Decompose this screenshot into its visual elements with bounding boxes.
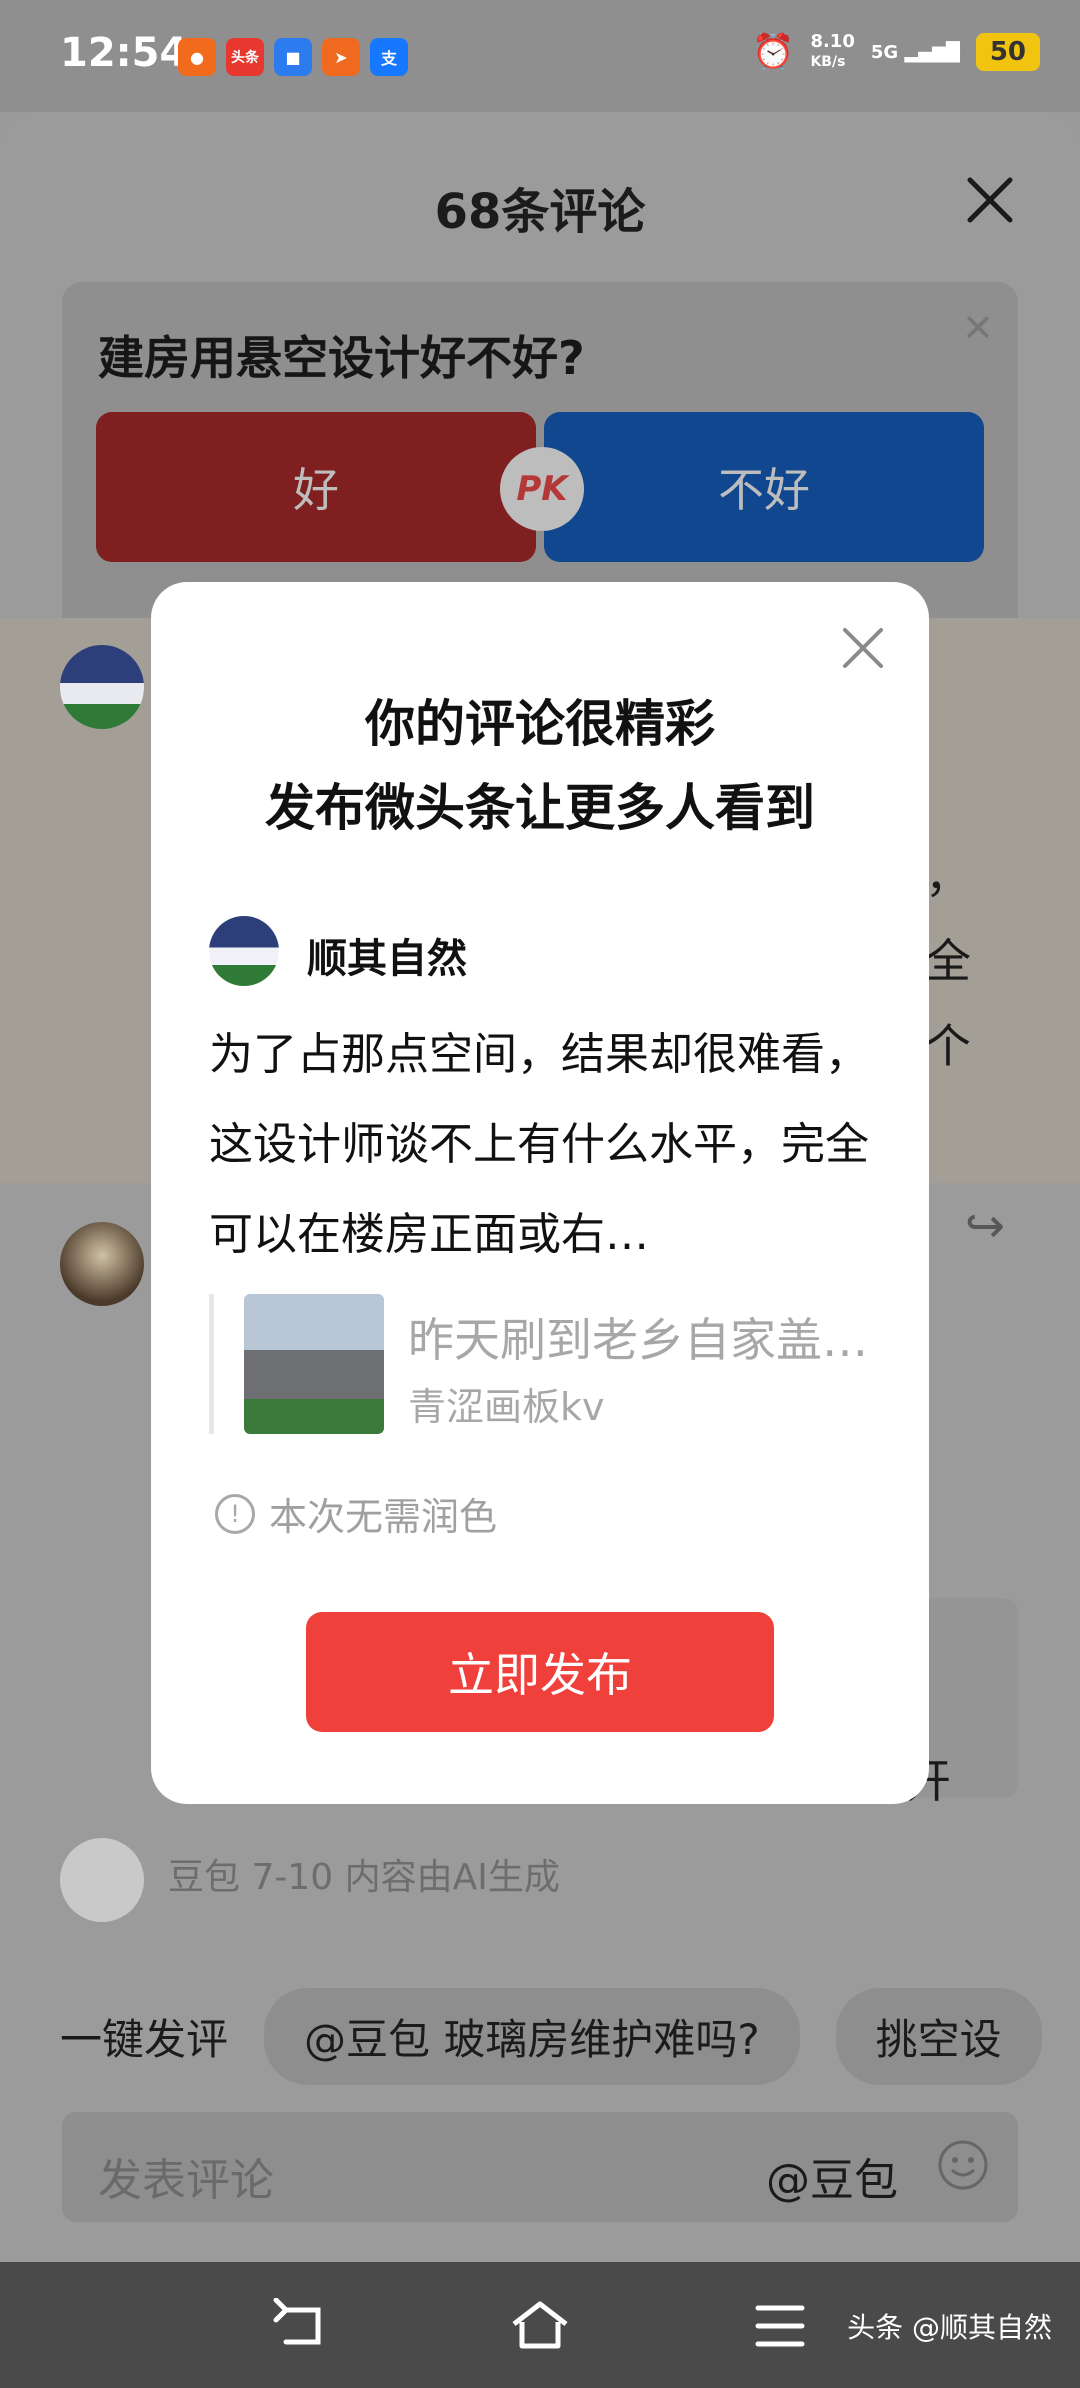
comment-preview: 为了占那点空间，结果却很难看，这设计师谈不上有什么水平，完全可以在楼房正面或右… bbox=[209, 1029, 869, 1260]
article-source: 青涩画板kv bbox=[408, 1385, 605, 1429]
dialog-title-line-1: 你的评论很精彩 bbox=[365, 695, 715, 753]
emoji-icon[interactable] bbox=[936, 2138, 990, 2192]
polish-note-text: 本次无需润色 bbox=[269, 1495, 498, 1539]
status-time: 12:54 bbox=[60, 30, 188, 76]
info-icon: ! bbox=[215, 1493, 255, 1534]
quoted-article[interactable]: 昨天刷到老乡自家盖… 青涩画板kv bbox=[209, 1294, 871, 1434]
menu-icon[interactable] bbox=[750, 2298, 810, 2354]
notification-icons: ● 头条 ■ ➤ 支 bbox=[178, 38, 408, 76]
status-indicators: ⏰ 8.10 KB/s 5G ▂▄▆█ 50 bbox=[752, 32, 1040, 72]
home-icon[interactable] bbox=[510, 2298, 570, 2354]
poll-option-bad[interactable]: 不好 bbox=[544, 412, 984, 562]
quick-comment-label: 一键发评 bbox=[60, 2014, 229, 2064]
poll-close-icon[interactable]: ✕ bbox=[962, 306, 994, 350]
mention-button[interactable]: @豆包 bbox=[766, 2144, 898, 2208]
app-icon: ■ bbox=[274, 38, 312, 76]
toutiao-icon: 头条 bbox=[226, 38, 264, 76]
avatar[interactable] bbox=[60, 1838, 144, 1922]
close-icon[interactable] bbox=[960, 170, 1020, 230]
ai-author-line: 豆包 7-10 内容由AI生成 bbox=[168, 1857, 560, 1898]
avatar[interactable] bbox=[60, 1222, 144, 1306]
publish-dialog: 你的评论很精彩 发布微头条让更多人看到 顺其自然 为了占那点空间，结果却很难看，… bbox=[151, 582, 929, 1804]
alipay-icon: 支 bbox=[370, 38, 408, 76]
close-icon[interactable] bbox=[841, 626, 885, 670]
article-thumbnail bbox=[244, 1294, 384, 1434]
back-icon[interactable] bbox=[272, 2298, 332, 2354]
comment-text-partial: ， bbox=[925, 849, 971, 903]
dialog-title-line-2: 发布微头条让更多人看到 bbox=[265, 779, 815, 837]
battery-indicator: 50 bbox=[975, 33, 1040, 71]
signal-icon: 5G ▂▄▆█ bbox=[870, 41, 960, 63]
comment-text-partial: 个 bbox=[925, 1019, 971, 1073]
comment-input[interactable]: 发表评论 @豆包 bbox=[62, 2112, 1018, 2222]
polish-note: ! 本次无需润色 bbox=[215, 1486, 497, 1541]
pk-badge: PK bbox=[500, 447, 584, 531]
poll-question: 建房用悬空设计好不好? bbox=[98, 331, 585, 385]
sheet-title: 68条评论 bbox=[434, 184, 646, 240]
comment-text-partial: 全 bbox=[925, 934, 971, 988]
status-bar: 12:54 ● 头条 ■ ➤ 支 ⏰ 8.10 KB/s 5G ▂▄▆█ 50 bbox=[0, 0, 1080, 112]
watermark: 头条 @顺其自然 bbox=[847, 2311, 1052, 2344]
publish-button[interactable]: 立即发布 bbox=[306, 1612, 774, 1732]
quick-comment-chip[interactable]: 挑空设 bbox=[835, 1987, 1042, 2085]
system-nav-bar: 头条 @顺其自然 bbox=[0, 2262, 1080, 2388]
comment-placeholder: 发表评论 bbox=[98, 2155, 274, 2206]
share-icon[interactable]: ↪ bbox=[965, 1198, 1005, 1254]
quick-comment-row: 一键发评 @豆包 玻璃房维护难吗? 挑空设 bbox=[0, 1980, 1080, 2092]
article-title: 昨天刷到老乡自家盖… bbox=[408, 1313, 868, 1367]
author-name: 顺其自然 bbox=[307, 936, 467, 982]
send-icon: ➤ bbox=[322, 38, 360, 76]
avatar bbox=[209, 916, 279, 986]
avatar[interactable] bbox=[60, 645, 144, 729]
alarm-icon: ⏰ bbox=[752, 32, 795, 72]
poll-option-good[interactable]: 好 bbox=[96, 412, 536, 562]
quick-comment-chip[interactable]: @豆包 玻璃房维护难吗? bbox=[264, 1987, 800, 2085]
net-speed: 8.10 KB/s bbox=[810, 31, 855, 71]
dialog-title: 你的评论很精彩 发布微头条让更多人看到 bbox=[151, 682, 929, 850]
kuaishou-icon: ● bbox=[178, 38, 216, 76]
